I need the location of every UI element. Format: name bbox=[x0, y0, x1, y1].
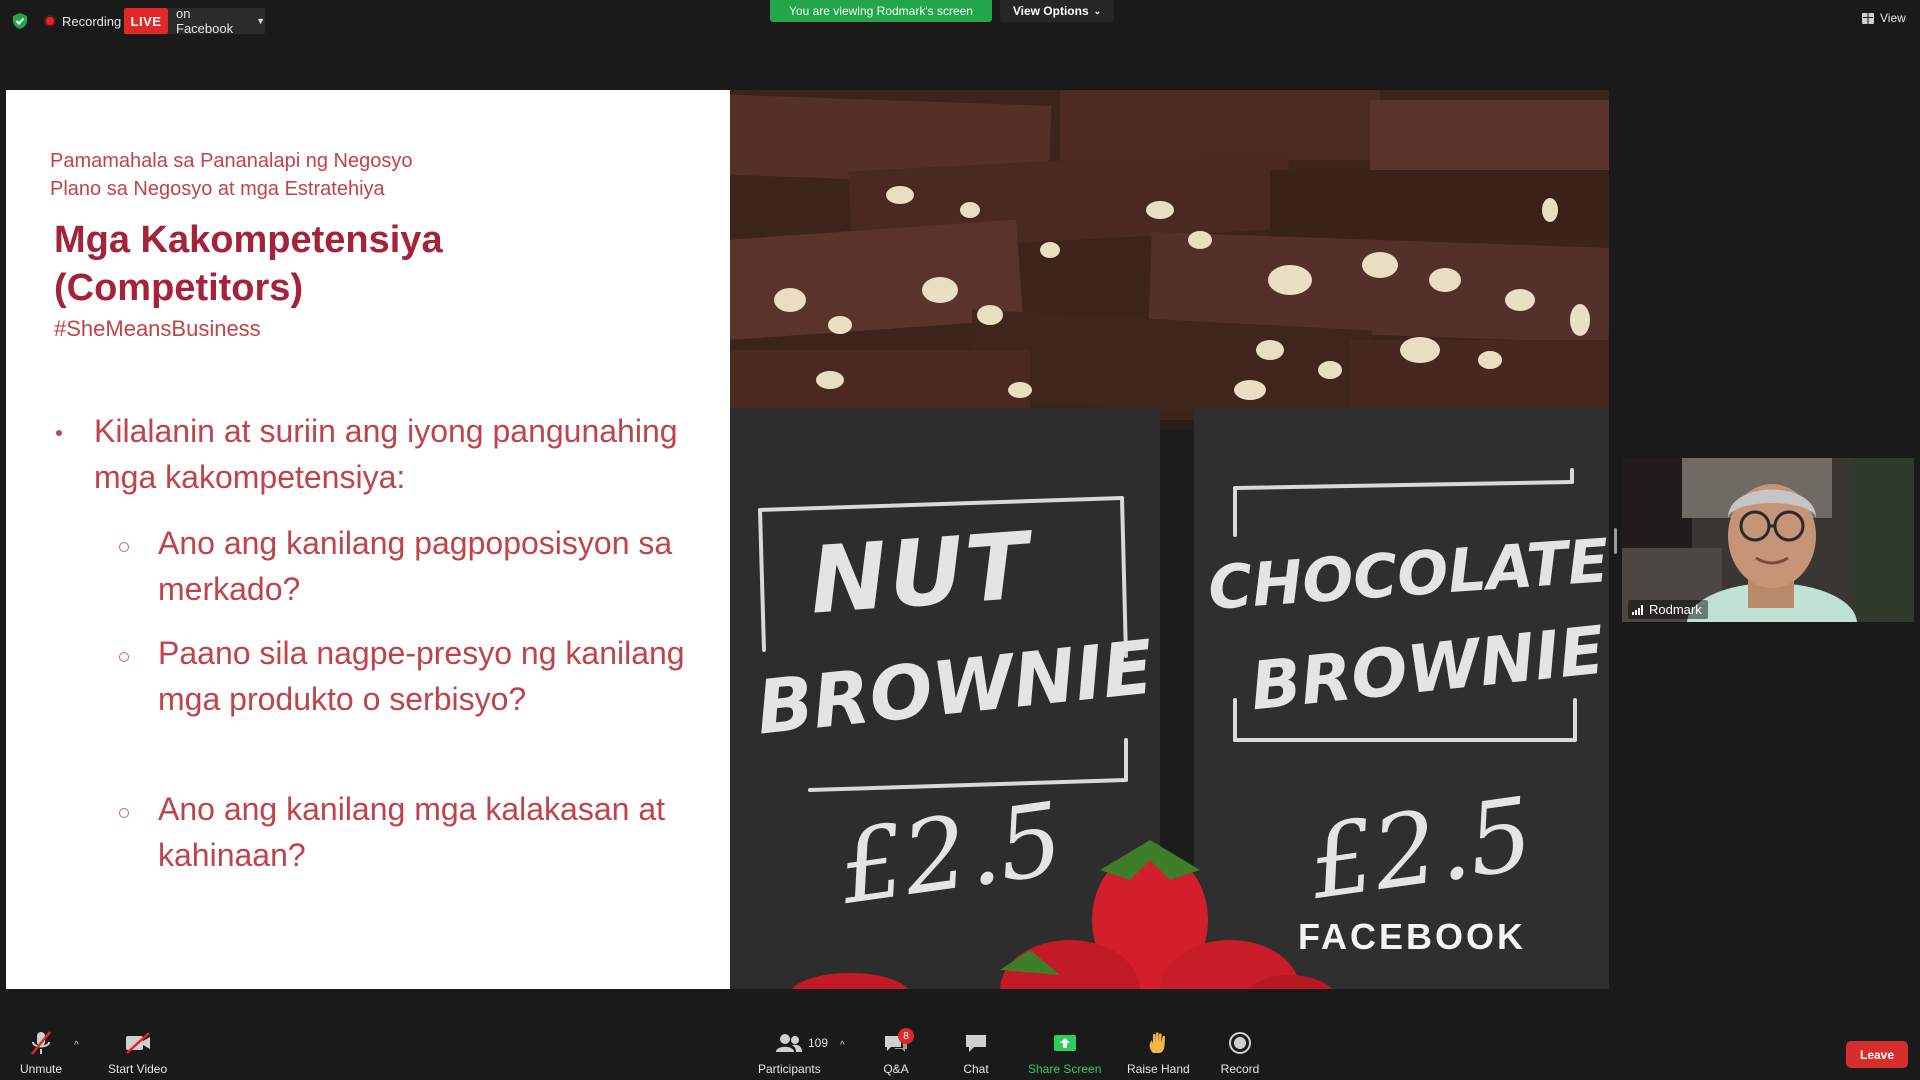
chat-icon bbox=[966, 1035, 986, 1052]
share-screen-label: Share Screen bbox=[1028, 1062, 1102, 1076]
raise-hand-button[interactable]: Raise Hand bbox=[1127, 1030, 1190, 1076]
shield-icon[interactable] bbox=[11, 12, 29, 30]
leave-button[interactable]: Leave bbox=[1846, 1041, 1908, 1068]
grid-view-icon bbox=[1862, 12, 1874, 24]
slide-hashtag: #SheMeansBusiness bbox=[54, 316, 261, 341]
qa-button[interactable]: 8 Q&A bbox=[876, 1028, 916, 1076]
chat-label: Chat bbox=[963, 1062, 989, 1076]
live-badge[interactable]: LIVE bbox=[124, 8, 168, 34]
bullet-dot-icon bbox=[56, 430, 62, 436]
qa-badge: 8 bbox=[898, 1028, 914, 1044]
caret-down-icon: ▼ bbox=[256, 16, 265, 26]
view-options-button[interactable]: View Options ⌄ bbox=[1000, 0, 1114, 22]
participants-icon bbox=[776, 1034, 803, 1052]
qa-label: Q&A bbox=[883, 1062, 909, 1076]
facebook-watermark: FACEBOOK bbox=[1298, 916, 1527, 957]
slide-title-line-2: (Competitors) bbox=[54, 267, 304, 309]
sub-bullet-circle-icon bbox=[119, 542, 129, 552]
record-icon bbox=[1229, 1032, 1251, 1054]
participant-video-tile[interactable]: Rodmark bbox=[1622, 458, 1914, 622]
share-screen-button[interactable]: Share Screen bbox=[1028, 1030, 1101, 1076]
slide-sub-bullet-3: Ano ang kanilang mga kalakasan at kahina… bbox=[158, 791, 666, 873]
participants-options-caret-icon[interactable]: ^ bbox=[840, 1040, 845, 1051]
record-label: Record bbox=[1220, 1062, 1260, 1076]
chat-button[interactable]: Chat bbox=[956, 1030, 996, 1076]
slide-title: Mga Kakompetensiya (Competitors) bbox=[54, 216, 443, 312]
video-camera-off-icon bbox=[125, 1032, 150, 1054]
live-stream-dropdown[interactable]: on Facebook ▼ bbox=[168, 6, 265, 36]
microphone-muted-icon bbox=[31, 1031, 51, 1055]
slide-sub-bullet-2: Paano sila nagpe-presyo ng kanilang mga … bbox=[158, 635, 685, 717]
shared-screen: Pamamahala sa Pananalapi ng Negosyo Plan… bbox=[6, 90, 1609, 989]
slide-photo-brownie-signs: NUT BROWNIE £2.5 CHOCOLATE BROWNIE £2.5 … bbox=[730, 90, 1609, 989]
raise-hand-label: Raise Hand bbox=[1127, 1062, 1190, 1076]
audio-options-caret-icon[interactable]: ^ bbox=[74, 1040, 79, 1051]
participant-video-frame bbox=[1622, 458, 1914, 622]
participant-name: Rodmark bbox=[1649, 602, 1702, 617]
stream-target-label: on Facebook bbox=[176, 6, 234, 36]
chevron-down-icon: ⌄ bbox=[1093, 5, 1102, 16]
slide-subhead-1: Pamamahala sa Pananalapi ng Negosyo bbox=[50, 150, 413, 172]
viewing-banner: You are viewing Rodmark's screen bbox=[770, 0, 992, 22]
start-video-button[interactable]: Start Video bbox=[108, 1030, 167, 1076]
recording-label: Recording bbox=[62, 13, 122, 29]
panel-resize-handle[interactable] bbox=[1614, 528, 1617, 554]
sub-bullet-circle-icon bbox=[119, 652, 129, 662]
unmute-button[interactable]: Unmute bbox=[20, 1030, 62, 1076]
sign-left-line-1: NUT bbox=[806, 512, 1034, 635]
participants-label: Participants bbox=[758, 1062, 821, 1076]
record-button[interactable]: Record bbox=[1220, 1030, 1260, 1076]
sub-bullet-circle-icon bbox=[119, 808, 129, 818]
recording-dot-icon bbox=[44, 15, 56, 27]
unmute-label: Unmute bbox=[20, 1062, 63, 1076]
view-label: View bbox=[1880, 11, 1906, 25]
raise-hand-icon bbox=[1149, 1032, 1166, 1053]
slide-subhead-2: Plano sa Negosyo at mga Estratehiya bbox=[50, 178, 385, 200]
view-button[interactable]: View bbox=[1862, 11, 1906, 25]
slide-text-panel: Pamamahala sa Pananalapi ng Negosyo Plan… bbox=[6, 90, 730, 989]
slide-sub-bullet-1: Ano ang kanilang pagpoposisyon sa merkad… bbox=[158, 525, 673, 607]
share-screen-icon bbox=[1053, 1035, 1076, 1051]
participant-name-tag: Rodmark bbox=[1628, 600, 1708, 619]
signal-strength-icon bbox=[1632, 604, 1643, 615]
view-options-label: View Options bbox=[1012, 4, 1089, 18]
top-bar: Recording LIVE on Facebook ▼ You are vie… bbox=[0, 0, 1920, 44]
slide-bullet: Kilalanin at suriin ang iyong pangunahin… bbox=[94, 413, 678, 495]
recording-indicator[interactable]: Recording bbox=[44, 12, 121, 30]
start-video-label: Start Video bbox=[108, 1062, 168, 1076]
participant-count: 109 bbox=[808, 1036, 829, 1050]
slide-title-line-1: Mga Kakompetensiya bbox=[54, 219, 443, 261]
